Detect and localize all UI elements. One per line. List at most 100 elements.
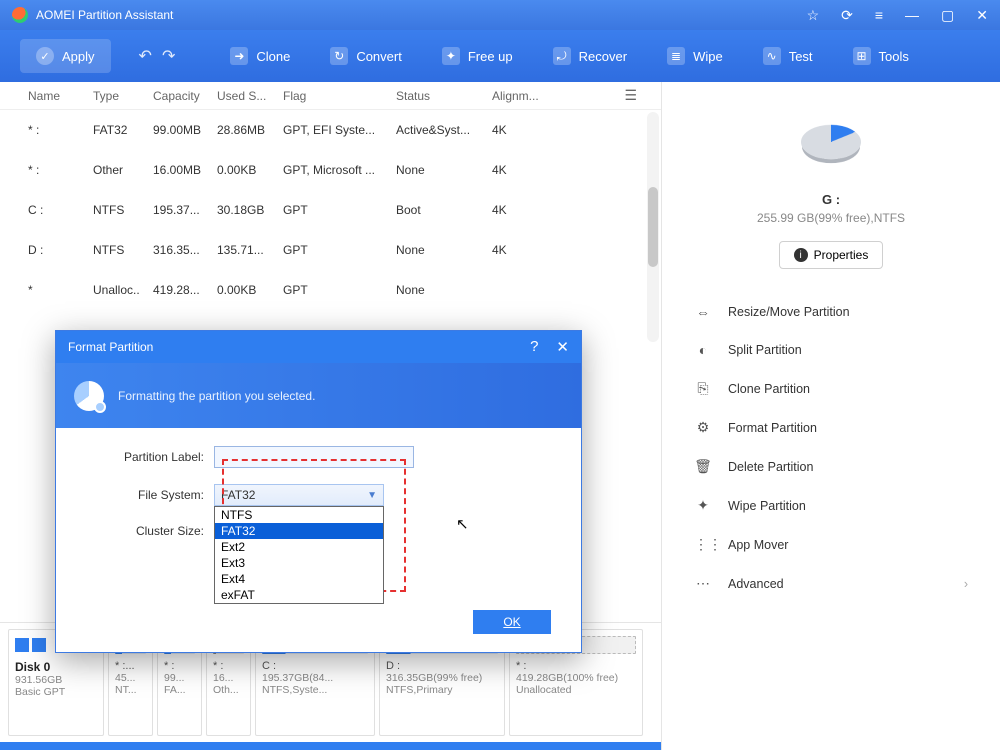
disk-name: Disk 0 [15, 660, 97, 674]
fs-option[interactable]: Ext2 [215, 539, 383, 555]
operation-item[interactable]: 🗑 Delete Partition [672, 447, 990, 486]
drive-sub: 255.99 GB(99% free),NTFS [757, 211, 905, 225]
col-name[interactable]: Name [28, 89, 93, 103]
refresh-icon[interactable]: ⟳ [841, 7, 853, 24]
convert-icon: ↻ [330, 47, 348, 65]
chevron-right-icon: › [964, 577, 968, 591]
table-row[interactable]: * :Other16.00MB0.00KBGPT, Microsoft ...N… [28, 150, 661, 190]
op-label: Split Partition [728, 343, 802, 357]
operation-item[interactable]: ⇔ Resize/Move Partition [672, 293, 990, 331]
table-row[interactable]: *Unalloc..419.28...0.00KBGPTNone [28, 270, 661, 310]
cluster-size-label: Cluster Size: [84, 524, 214, 538]
op-label: Delete Partition [728, 460, 813, 474]
op-icon: ⋯ [694, 575, 712, 592]
chevron-down-icon: ▼ [367, 490, 377, 501]
star-icon[interactable]: ☆ [807, 7, 820, 24]
footer-bar [0, 742, 661, 750]
checkmark-icon: ✓ [36, 47, 54, 65]
col-align[interactable]: Alignm... [492, 89, 552, 103]
file-system-dropdown: NTFSFAT32Ext2Ext3Ext4exFAT [214, 506, 384, 604]
apply-label: Apply [62, 49, 95, 64]
tools-icon: ⊞ [853, 47, 871, 65]
maximize-icon[interactable]: ▢ [941, 7, 954, 24]
properties-button[interactable]: i Properties [779, 241, 884, 269]
col-type[interactable]: Type [93, 89, 153, 103]
format-partition-dialog: Format Partition ? ✕ Formatting the part… [55, 330, 582, 653]
op-icon: ◐ [694, 342, 712, 358]
test-icon: ∿ [763, 47, 781, 65]
toolbar: ✓ Apply ↶ ↷ ➜Clone ↻Convert ✦Free up ⤾Re… [0, 30, 1000, 82]
menu-bars-icon[interactable]: ≡ [875, 7, 883, 23]
op-label: Advanced [728, 577, 784, 591]
op-icon: ⚙ [694, 419, 712, 436]
op-icon: ⇔ [694, 304, 712, 320]
drive-name: G : [822, 192, 840, 207]
col-used[interactable]: Used S... [217, 89, 283, 103]
operation-item[interactable]: ⎘ Clone Partition [672, 369, 990, 408]
tool-tools[interactable]: ⊞Tools [838, 47, 924, 65]
op-icon: ⋮⋮ [694, 536, 712, 553]
op-icon: ✦ [694, 497, 712, 514]
dialog-titlebar[interactable]: Format Partition ? ✕ [56, 331, 581, 363]
dialog-subtitle: Formatting the partition you selected. [118, 389, 315, 403]
tool-freeup[interactable]: ✦Free up [427, 47, 528, 65]
close-icon[interactable]: ✕ [976, 7, 988, 24]
col-status[interactable]: Status [396, 89, 492, 103]
tool-convert[interactable]: ↻Convert [315, 47, 417, 65]
file-system-label: File System: [84, 488, 214, 502]
side-panel: G : 255.99 GB(99% free),NTFS i Propertie… [662, 82, 1000, 750]
fs-option[interactable]: NTFS [215, 507, 383, 523]
table-header: Name Type Capacity Used S... Flag Status… [0, 82, 661, 110]
apply-button[interactable]: ✓ Apply [20, 39, 111, 73]
info-icon: i [794, 248, 808, 262]
op-icon: 🗑 [694, 458, 712, 475]
partition-label-label: Partition Label: [84, 450, 214, 464]
app-title: AOMEI Partition Assistant [36, 8, 807, 22]
operation-item[interactable]: ⋯ Advanced › [672, 564, 990, 603]
app-logo-icon [12, 7, 28, 23]
ok-button[interactable]: OK [473, 610, 551, 634]
titlebar: AOMEI Partition Assistant ☆ ⟳ ≡ — ▢ ✕ [0, 0, 1000, 30]
tool-clone[interactable]: ➜Clone [215, 47, 305, 65]
dialog-close-icon[interactable]: ✕ [556, 338, 569, 356]
col-capacity[interactable]: Capacity [153, 89, 217, 103]
table-row[interactable]: * :FAT3299.00MB28.86MBGPT, EFI Syste...A… [28, 110, 661, 150]
fs-option[interactable]: FAT32 [215, 523, 383, 539]
vertical-scrollbar[interactable] [647, 112, 659, 342]
partition-label-input[interactable] [214, 446, 414, 468]
operation-item[interactable]: ◐ Split Partition [672, 331, 990, 369]
op-label: Clone Partition [728, 382, 810, 396]
column-menu-icon[interactable]: ☰ [624, 87, 637, 104]
table-row[interactable]: D :NTFS316.35...135.71...GPTNone4K [28, 230, 661, 270]
operation-item[interactable]: ✦ Wipe Partition [672, 486, 990, 525]
dialog-help-icon[interactable]: ? [530, 338, 538, 356]
op-label: Wipe Partition [728, 499, 806, 513]
table-row[interactable]: C :NTFS195.37...30.18GBGPTBoot4K [28, 190, 661, 230]
fs-option[interactable]: exFAT [215, 587, 383, 603]
wipe-icon: ≣ [667, 47, 685, 65]
col-flag[interactable]: Flag [283, 89, 396, 103]
op-icon: ⎘ [694, 380, 712, 397]
usage-pie-icon [801, 125, 861, 159]
format-icon [74, 381, 104, 411]
scroll-thumb[interactable] [648, 187, 658, 267]
dialog-subtitle-bar: Formatting the partition you selected. [56, 363, 581, 428]
fs-option[interactable]: Ext3 [215, 555, 383, 571]
freeup-icon: ✦ [442, 47, 460, 65]
operation-item[interactable]: ⋮⋮ App Mover [672, 525, 990, 564]
fs-option[interactable]: Ext4 [215, 571, 383, 587]
undo-icon[interactable]: ↶ [139, 46, 152, 66]
op-label: Format Partition [728, 421, 817, 435]
op-label: Resize/Move Partition [728, 305, 850, 319]
dialog-title: Format Partition [68, 340, 153, 354]
redo-icon[interactable]: ↷ [162, 46, 175, 66]
op-label: App Mover [728, 538, 788, 552]
tool-recover[interactable]: ⤾Recover [538, 47, 642, 65]
operation-item[interactable]: ⚙ Format Partition [672, 408, 990, 447]
file-system-select[interactable]: FAT32 ▼ [214, 484, 384, 506]
tool-test[interactable]: ∿Test [748, 47, 828, 65]
tool-wipe[interactable]: ≣Wipe [652, 47, 738, 65]
clone-icon: ➜ [230, 47, 248, 65]
minimize-icon[interactable]: — [905, 7, 919, 23]
recover-icon: ⤾ [553, 47, 571, 65]
